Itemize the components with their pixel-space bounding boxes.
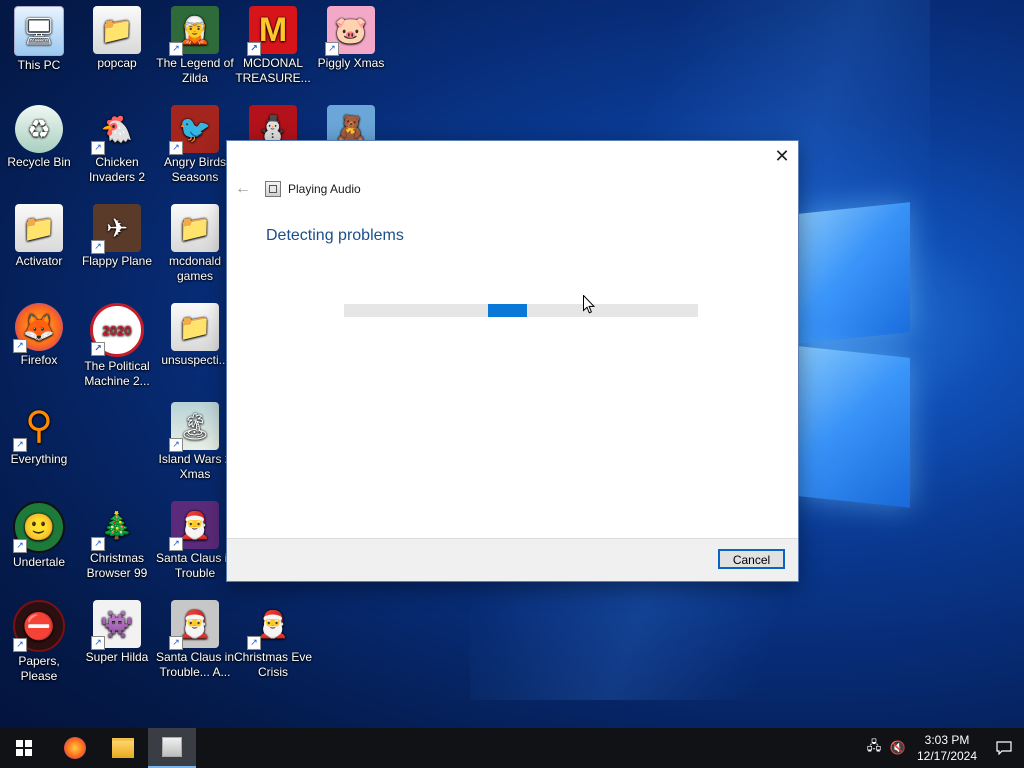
- christmas-tree-icon: 🎄 ↗: [91, 501, 141, 551]
- desktop-icon-activator[interactable]: 📁 Activator: [0, 204, 79, 269]
- dialog-nav-bar: ← Playing Audio: [235, 179, 361, 199]
- desktop-icon-santa-claus-in-trouble-a[interactable]: 🎅 ↗ Santa Claus in Trouble... A...: [155, 600, 235, 680]
- computer-icon: 🖥: [14, 6, 64, 56]
- desktop-icon-chicken-invaders-2[interactable]: 🐔 ↗ Chicken Invaders 2: [77, 105, 157, 185]
- progress-bar-indicator: [488, 304, 527, 317]
- mcdonalds-icon: M ↗: [247, 6, 297, 56]
- political-machine-icon: 2020 ↗: [90, 303, 144, 357]
- santa-icon: 🎅 ↗: [247, 600, 297, 650]
- desktop-icon-angry-birds-seasons[interactable]: 🐦 ↗ Angry Birds Seasons: [155, 105, 235, 185]
- angry-birds-icon: 🐦 ↗: [169, 105, 219, 155]
- close-button[interactable]: ✕: [766, 141, 798, 171]
- chicken-icon: 🐔 ↗: [91, 105, 141, 155]
- desktop-icon-everything[interactable]: ⚲ ↗ Everything: [0, 402, 79, 467]
- desktop-icon-recycle-bin[interactable]: ♻ Recycle Bin: [0, 105, 79, 170]
- taskbar: 🖧 🔇 3:03 PM 12/17/2024: [0, 728, 1024, 768]
- troubleshooter-dialog: ✕ ← Playing Audio Detecting problems Can…: [227, 141, 798, 581]
- desktop-icon-mcdonal-treasure[interactable]: M ↗ MCDONAL TREASURE...: [233, 6, 313, 86]
- recycle-bin-icon: ♻: [15, 105, 63, 153]
- troubleshooter-app-icon: [162, 737, 182, 757]
- clock-date: 12/17/2024: [916, 749, 978, 763]
- dialog-title: Playing Audio: [288, 182, 361, 196]
- back-arrow-icon[interactable]: ←: [235, 180, 253, 198]
- dialog-footer: Cancel: [227, 538, 798, 581]
- taskbar-file-explorer[interactable]: [99, 728, 147, 768]
- clock[interactable]: 3:03 PM 12/17/2024: [910, 732, 984, 764]
- desktop-icon-papers-please[interactable]: ⛔ ↗ Papers, Please: [0, 600, 79, 684]
- desktop-icon-this-pc[interactable]: 🖥 This PC: [0, 6, 79, 73]
- taskbar-firefox[interactable]: [51, 728, 99, 768]
- folder-icon: 📁: [93, 6, 141, 54]
- folder-icon: 📁: [171, 204, 219, 252]
- desktop-icon-popcap[interactable]: 📁 popcap: [77, 6, 157, 71]
- cancel-button[interactable]: Cancel: [718, 549, 785, 569]
- desktop-icon-island-wars-2-xmas[interactable]: 🏝 ↗ Island Wars 2 Xmas: [155, 402, 235, 482]
- game-icon: 🧝 ↗: [169, 6, 219, 56]
- folder-icon: 📁: [15, 204, 63, 252]
- mouse-pointer-icon: [583, 295, 595, 314]
- desktop-icon-unsuspecti[interactable]: 📁 unsuspecti...: [155, 303, 235, 368]
- game-icon: 🏝 ↗: [169, 402, 219, 452]
- start-button[interactable]: [0, 728, 48, 768]
- firefox-icon: 🦊 ↗: [13, 303, 63, 353]
- papers-please-icon: ⛔ ↗: [13, 600, 65, 652]
- firefox-icon: [64, 737, 86, 759]
- action-center-button[interactable]: [984, 728, 1024, 768]
- desktop-icon-christmas-eve-crisis[interactable]: 🎅 ↗ Christmas Eve Crisis: [233, 600, 313, 680]
- desktop-icon-firefox[interactable]: 🦊 ↗ Firefox: [0, 303, 79, 368]
- search-icon: ⚲ ↗: [13, 402, 63, 452]
- network-icon[interactable]: 🖧: [862, 728, 886, 768]
- desktop-icon-santa-claus-in-trouble[interactable]: 🎅 ↗ Santa Claus in Trouble: [155, 501, 235, 581]
- taskbar-troubleshooter[interactable]: [148, 728, 196, 768]
- desktop-icon-christmas-browser-99[interactable]: 🎄 ↗ Christmas Browser 99: [77, 501, 157, 581]
- close-icon: ✕: [774, 145, 790, 166]
- desktop-icon-piggly-xmas[interactable]: 🐷 ↗ Piggly Xmas: [311, 6, 391, 71]
- windows-logo-icon: [16, 740, 32, 756]
- santa-icon: 🎅 ↗: [169, 501, 219, 551]
- game-icon: 👾 ↗: [91, 600, 141, 650]
- desktop-icon-legend-of-zilda[interactable]: 🧝 ↗ The Legend of Zilda: [155, 6, 235, 86]
- troubleshooter-app-icon: [265, 181, 281, 197]
- desktop-icon-undertale[interactable]: 🙂 ↗ Undertale: [0, 501, 79, 570]
- undertale-icon: 🙂 ↗: [13, 501, 65, 553]
- desktop-icon-super-hilda[interactable]: 👾 ↗ Super Hilda: [77, 600, 157, 665]
- desktop-icon-mcdonald-games[interactable]: 📁 mcdonald games: [155, 204, 235, 284]
- desktop-icon-flappy-plane[interactable]: ✈ ↗ Flappy Plane: [77, 204, 157, 269]
- system-tray: 🖧 🔇 3:03 PM 12/17/2024: [862, 728, 1024, 768]
- clock-time: 3:03 PM: [924, 733, 970, 747]
- status-heading: Detecting problems: [266, 227, 404, 244]
- folder-icon: 📁: [171, 303, 219, 351]
- pig-icon: 🐷 ↗: [325, 6, 375, 56]
- progress-bar: [344, 304, 698, 317]
- game-icon: ✈ ↗: [91, 204, 141, 254]
- desktop-icon-political-machine[interactable]: 2020 ↗ The Political Machine 2...: [77, 303, 157, 389]
- notification-icon: [996, 741, 1012, 755]
- santa-icon: 🎅 ↗: [169, 600, 219, 650]
- folder-icon: [112, 738, 134, 758]
- volume-muted-icon[interactable]: 🔇: [886, 728, 910, 768]
